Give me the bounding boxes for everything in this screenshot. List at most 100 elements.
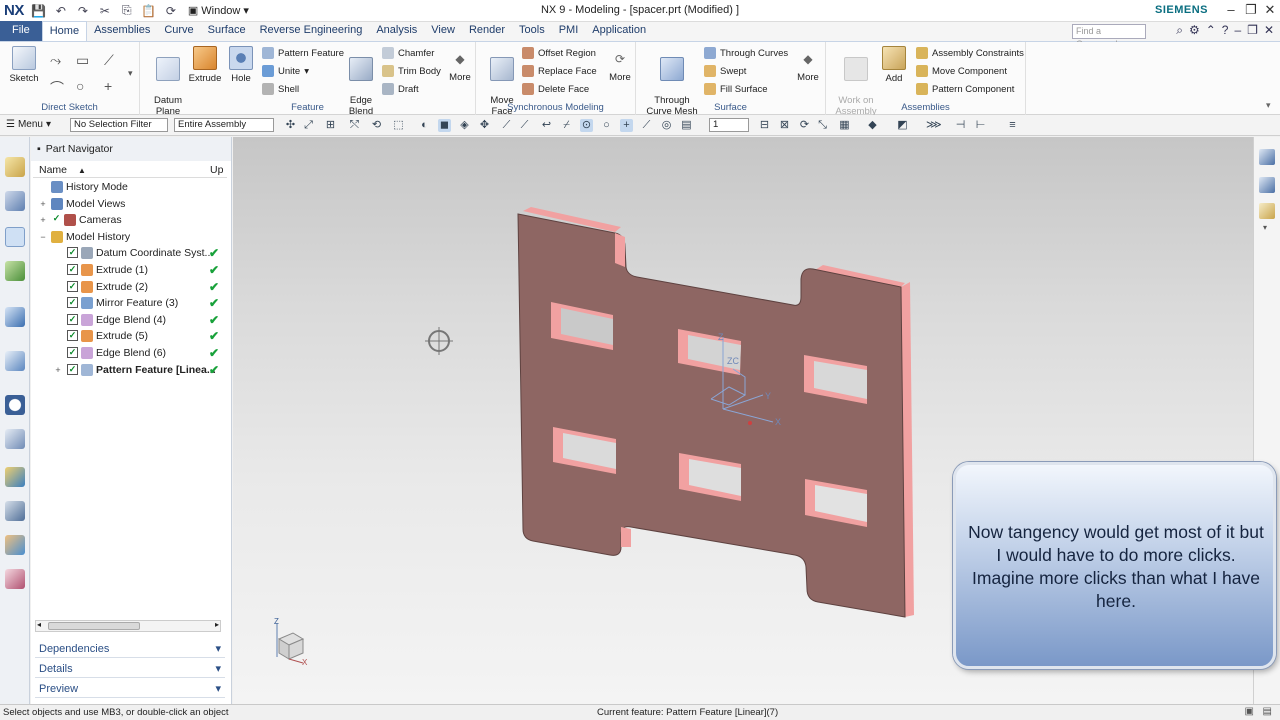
snap-center-icon[interactable]: ⊙ xyxy=(580,119,593,132)
pan-icon[interactable]: ⤡ xyxy=(816,119,829,132)
status-icon[interactable]: ▣ xyxy=(1245,706,1254,717)
collapse-ribbon-icon[interactable]: ⌃ xyxy=(1206,23,1216,38)
expand-icon[interactable]: + xyxy=(53,362,63,378)
work-layer-select[interactable]: 1 xyxy=(709,118,749,132)
tree-row[interactable]: + ✓ Cameras xyxy=(31,212,227,228)
through-curves-button[interactable]: Through Curves xyxy=(704,47,788,59)
window-menu[interactable]: ▣ Window ▾ xyxy=(188,4,249,18)
section-dependencies[interactable]: Dependencies ▾ xyxy=(35,640,225,658)
snap-intersect-icon[interactable]: ⌿ xyxy=(560,119,573,132)
pattern-feature-button[interactable]: Pattern Feature xyxy=(262,47,344,59)
view-fit-icon[interactable] xyxy=(1259,149,1275,165)
layer-settings-icon[interactable]: ⊟ xyxy=(758,119,771,132)
undo-icon[interactable]: ↶ xyxy=(53,3,69,19)
spacer-part[interactable] xyxy=(517,207,914,618)
rotate-icon[interactable]: ⟳ xyxy=(798,119,811,132)
snap-tangent-icon[interactable]: ⟋ xyxy=(640,119,653,132)
settings-icon[interactable]: ⚙ xyxy=(1189,23,1200,38)
arc-icon[interactable]: ⌒ xyxy=(50,78,64,98)
snap-quadrant-icon[interactable]: ◎ xyxy=(660,119,673,132)
tab-reverse-engineering[interactable]: Reverse Engineering xyxy=(253,21,370,41)
hole-button[interactable]: Hole xyxy=(226,46,256,84)
show-hide-icon[interactable]: ⊣ xyxy=(954,119,967,132)
feature-more-button[interactable]: ◆ More xyxy=(446,46,474,83)
add-component-button[interactable]: Add xyxy=(882,46,906,84)
process-studio-icon[interactable] xyxy=(5,467,25,487)
tree-row[interactable]: ✓ Edge Blend (6) ✔ xyxy=(31,345,227,361)
paste-icon[interactable]: 📋 xyxy=(141,3,157,19)
tab-view[interactable]: View xyxy=(424,21,462,41)
tab-pmi[interactable]: PMI xyxy=(552,21,586,41)
tab-curve[interactable]: Curve xyxy=(157,21,200,41)
trim-body-button[interactable]: Trim Body xyxy=(382,65,441,77)
save-icon[interactable]: 💾 xyxy=(31,3,47,19)
close-doc-icon[interactable]: ✕ xyxy=(1264,23,1274,38)
tree-row[interactable]: + ✓ Pattern Feature [Linea... ✔ xyxy=(31,362,227,378)
surface-more-button[interactable]: ◆ More xyxy=(794,46,822,83)
reuse-library-icon[interactable] xyxy=(5,261,25,281)
chevron-down-icon[interactable]: ▾ xyxy=(128,68,133,79)
feature-checkbox[interactable]: ✓ xyxy=(67,264,78,275)
restore-button[interactable]: ❐ xyxy=(1242,2,1260,18)
shell-button[interactable]: Shell xyxy=(262,83,299,95)
feature-checkbox[interactable]: ✓ xyxy=(67,330,78,342)
section-icon[interactable]: ▦ xyxy=(838,119,851,132)
fit-icon[interactable]: ✥ xyxy=(478,119,491,132)
expand-icon[interactable]: + xyxy=(38,212,48,228)
minimize-doc-icon[interactable]: – xyxy=(1234,23,1241,38)
history-icon[interactable] xyxy=(5,395,25,415)
circle-icon[interactable]: ○ xyxy=(76,78,84,94)
delete-face-button[interactable]: Delete Face xyxy=(522,83,589,95)
part-navigator-icon[interactable] xyxy=(5,227,25,247)
feature-checkbox[interactable]: ✓ xyxy=(67,280,78,292)
chamfer-button[interactable]: Chamfer xyxy=(382,47,434,59)
section-preview[interactable]: Preview ▾ xyxy=(35,680,225,698)
chevron-down-icon[interactable]: ▾ xyxy=(1266,100,1271,111)
assembly-navigator-icon[interactable] xyxy=(5,157,25,177)
tree-row[interactable]: ✓ Mirror Feature (3) ✔ xyxy=(31,295,227,311)
tab-application[interactable]: Application xyxy=(585,21,653,41)
assembly-constraints-button[interactable]: Assembly Constraints xyxy=(916,47,1024,59)
tab-file[interactable]: File xyxy=(0,21,42,41)
scrollbar-thumb[interactable] xyxy=(48,622,140,630)
deselect-icon[interactable]: ⤲ xyxy=(348,119,361,132)
extrude-button[interactable]: Extrude xyxy=(186,46,224,84)
rectangle-select-icon[interactable]: ⬚ xyxy=(392,119,405,132)
profile-icon[interactable]: ⤳ xyxy=(50,52,61,69)
tree-row[interactable]: ✓ Extrude (1) ✔ xyxy=(31,262,227,278)
view-orientation-icon[interactable]: ◩ xyxy=(896,119,909,132)
layer-visibility-icon[interactable]: ⊢ xyxy=(974,119,987,132)
feature-checkbox[interactable]: ✓ xyxy=(67,347,78,358)
orient-icon[interactable]: ⊠ xyxy=(778,119,791,132)
tab-surface[interactable]: Surface xyxy=(201,21,253,41)
select-all-icon[interactable]: ⊞ xyxy=(324,119,337,132)
copy-icon[interactable]: ⎘ xyxy=(119,3,135,19)
chevron-down-icon[interactable]: ▾ xyxy=(1263,223,1267,232)
command-search-input[interactable]: Find a Command xyxy=(1072,24,1146,49)
cut-icon[interactable]: ✂ xyxy=(97,3,113,19)
selection-filter-select[interactable]: No Selection Filter xyxy=(70,118,168,132)
line-icon[interactable]: ⟋ xyxy=(104,52,114,69)
view-add-icon[interactable] xyxy=(1259,203,1275,219)
snap-line2-icon[interactable]: ⟋ xyxy=(518,119,531,132)
tree-row[interactable]: − Model History xyxy=(31,229,227,245)
snap-point-icon[interactable]: + xyxy=(620,119,633,132)
scroll-left-icon[interactable]: ◂ xyxy=(37,620,41,629)
tree-row[interactable]: + Model Views xyxy=(31,196,227,212)
expand-icon[interactable]: + xyxy=(38,196,48,212)
swept-button[interactable]: Swept xyxy=(704,65,746,77)
constraint-navigator-icon[interactable] xyxy=(5,191,25,211)
view-zoom-icon[interactable] xyxy=(1259,177,1275,193)
feature-checkbox[interactable]: ✓ xyxy=(67,247,78,259)
tree-row[interactable]: History Mode xyxy=(31,179,227,195)
status-icon-2[interactable]: ▤ xyxy=(1263,706,1272,717)
visibility-check-icon[interactable]: ✓ xyxy=(51,214,62,226)
roles-icon[interactable] xyxy=(5,535,25,555)
point-icon[interactable]: + xyxy=(104,78,112,94)
snap-existing-icon[interactable]: ▤ xyxy=(680,119,693,132)
restore-doc-icon[interactable]: ❐ xyxy=(1247,23,1258,38)
replace-face-button[interactable]: Replace Face xyxy=(522,65,597,77)
move-component-button[interactable]: Move Component xyxy=(916,65,1007,77)
manufacturing-wizards-icon[interactable] xyxy=(5,501,25,521)
minimize-button[interactable]: – xyxy=(1222,2,1240,17)
